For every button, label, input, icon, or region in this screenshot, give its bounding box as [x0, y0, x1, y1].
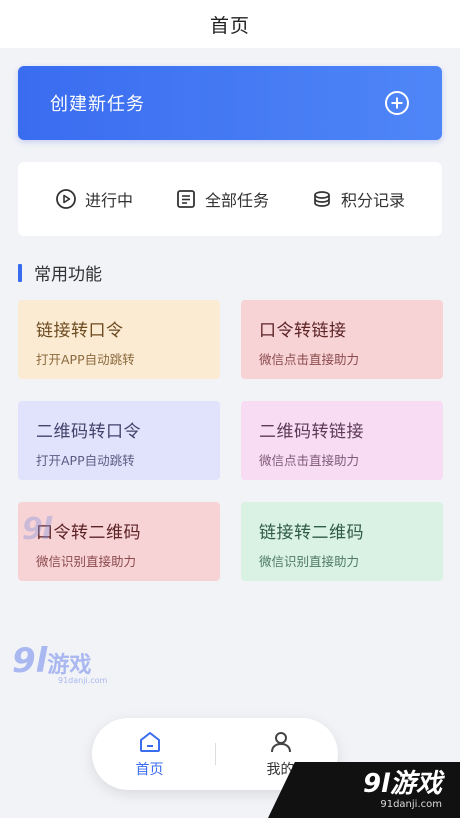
- watermark-logo: 9l游戏 91danji.com: [12, 641, 107, 685]
- coins-icon: [314, 191, 330, 207]
- watermark-badge: 9l游戏 91danji.com: [268, 762, 460, 818]
- function-name: 口令转链接: [259, 321, 347, 341]
- list-icon: [177, 190, 195, 208]
- tab-label: 积分记录: [340, 191, 405, 210]
- function-link-to-command[interactable]: 链接转口令 打开APP自动跳转: [18, 300, 220, 379]
- section-header: 常用功能: [18, 260, 102, 285]
- tab-label: 全部任务: [204, 191, 269, 210]
- function-link-to-qrcode[interactable]: 链接转二维码 微信识别直接助力: [241, 502, 443, 581]
- section-title: 常用功能: [34, 265, 102, 285]
- user-icon: [270, 732, 291, 753]
- watermark-logo: 9l: [22, 512, 52, 547]
- create-task-button[interactable]: 创建新任务: [18, 66, 442, 140]
- tab-all-tasks[interactable]: 全部任务: [175, 187, 269, 211]
- function-name: 链接转二维码: [259, 523, 364, 543]
- badge-logo-num: 9l: [362, 768, 390, 799]
- function-name: 二维码转口令: [36, 422, 141, 442]
- function-desc: 打开APP自动跳转: [36, 453, 135, 468]
- watermark-site: 91danji.com: [58, 676, 108, 685]
- function-qrcode-to-command[interactable]: 二维码转口令 打开APP自动跳转: [18, 401, 220, 480]
- nav-divider: [214, 743, 216, 765]
- section-accent-bar: [18, 263, 22, 282]
- function-qrcode-to-link[interactable]: 二维码转链接 微信点击直接助力: [241, 401, 443, 480]
- task-tabs: 进行中 全部任务 积分记录: [18, 162, 442, 236]
- play-circle-icon: [56, 189, 76, 209]
- function-desc: 微信点击直接助力: [259, 352, 360, 367]
- create-task-label: 创建新任务: [50, 94, 145, 115]
- home-icon: [139, 732, 160, 752]
- page-title: 首页: [209, 14, 250, 37]
- function-desc: 打开APP自动跳转: [36, 352, 135, 367]
- function-name: 链接转口令: [36, 321, 124, 341]
- top-bar: 首页: [0, 0, 460, 48]
- function-command-to-link[interactable]: 口令转链接 微信点击直接助力: [241, 300, 443, 379]
- plus-circle-icon: [385, 91, 409, 115]
- nav-label: 首页: [135, 762, 164, 778]
- watermark-logo-text: 游戏: [47, 653, 92, 678]
- tab-label: 进行中: [84, 191, 133, 210]
- badge-site: 91danji.com: [380, 798, 442, 810]
- function-name: 二维码转链接: [259, 422, 364, 442]
- function-desc: 微信点击直接助力: [259, 453, 360, 468]
- tab-in-progress[interactable]: 进行中: [55, 187, 133, 211]
- watermark-logo-num: 9l: [12, 641, 48, 681]
- function-desc: 微信识别直接助力: [36, 554, 137, 569]
- nav-home[interactable]: 首页: [100, 729, 200, 779]
- function-name: 口令转二维码: [36, 523, 141, 543]
- function-desc: 微信识别直接助力: [259, 554, 360, 569]
- badge-logo-text: 游戏: [389, 768, 442, 799]
- tab-points-record[interactable]: 积分记录: [311, 187, 405, 211]
